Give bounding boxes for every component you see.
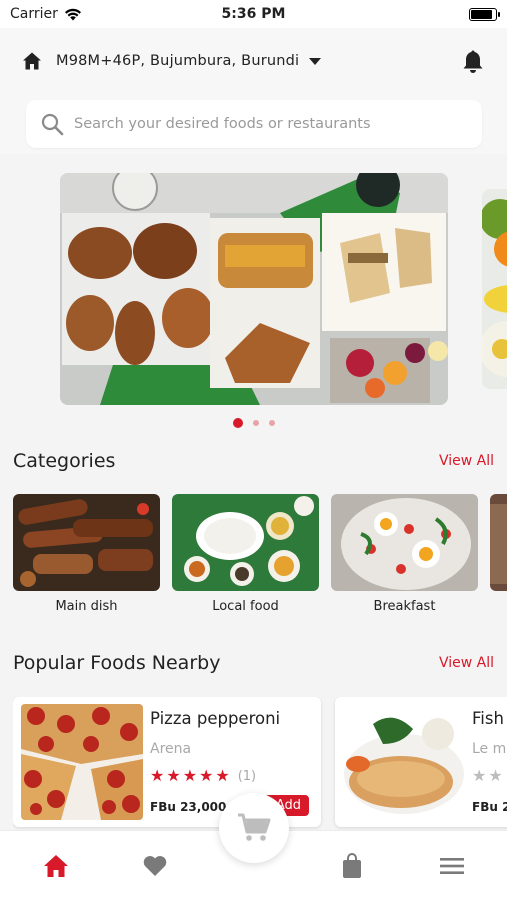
restaurant-name: Le m xyxy=(472,741,507,757)
food-name: Fish xyxy=(472,709,504,728)
wifi-icon xyxy=(64,8,81,20)
star-icon: ★ xyxy=(199,766,214,785)
rating: ★ ★ xyxy=(472,768,503,784)
banner-image-pastries[interactable] xyxy=(60,173,448,405)
rating-count: (1) xyxy=(237,768,257,784)
location-text: M98M+46P, Bujumbura, Burundi xyxy=(56,53,300,69)
popular-title: Popular Foods Nearby xyxy=(13,652,221,674)
carousel-dot[interactable] xyxy=(232,418,243,428)
star-icon: ★ xyxy=(182,766,198,785)
categories-header: Categories View All xyxy=(13,450,494,472)
nav-menu[interactable] xyxy=(437,851,467,881)
category-card-main-dish[interactable]: Main dish xyxy=(13,494,160,614)
nav-home[interactable] xyxy=(41,851,71,881)
cart-button[interactable] xyxy=(219,793,289,863)
category-image xyxy=(13,494,160,591)
categories-view-all-link[interactable]: View All xyxy=(439,453,494,469)
category-image xyxy=(331,494,478,591)
category-label: Local food xyxy=(212,599,279,614)
carousel-pagination xyxy=(0,418,507,428)
nav-favorites[interactable] xyxy=(140,851,170,881)
battery-icon xyxy=(469,7,500,21)
category-card-partial[interactable] xyxy=(490,494,507,591)
nav-orders[interactable] xyxy=(337,851,367,881)
search-icon xyxy=(41,113,64,136)
category-image xyxy=(490,494,507,591)
promo-carousel[interactable] xyxy=(0,154,507,434)
heart-icon xyxy=(143,856,167,876)
bell-icon[interactable] xyxy=(461,49,485,79)
home-location-icon xyxy=(23,52,41,70)
popular-header: Popular Foods Nearby View All xyxy=(13,652,494,674)
cart-icon xyxy=(238,813,271,841)
popular-view-all-link[interactable]: View All xyxy=(439,655,494,671)
status-bar: Carrier 5:36 PM xyxy=(0,0,507,28)
food-price: FBu 2 xyxy=(472,800,507,814)
categories-title: Categories xyxy=(13,450,116,472)
restaurant-name: Arena xyxy=(150,741,192,757)
rating: ★ ★ ★ ★ ★ (1) xyxy=(150,768,256,784)
category-card-breakfast[interactable]: Breakfast xyxy=(331,494,478,614)
food-image xyxy=(21,704,143,820)
search-input[interactable] xyxy=(74,116,464,132)
category-card-local-food[interactable]: Local food xyxy=(172,494,319,614)
location-selector[interactable]: M98M+46P, Bujumbura, Burundi xyxy=(22,46,485,76)
menu-icon xyxy=(440,858,464,874)
category-label: Main dish xyxy=(55,599,118,614)
banner-image-fruit[interactable] xyxy=(482,189,507,389)
chevron-down-icon xyxy=(309,57,322,65)
category-label: Breakfast xyxy=(373,599,436,614)
star-icon: ★ xyxy=(472,766,487,785)
star-icon: ★ xyxy=(166,766,181,785)
food-image xyxy=(343,704,465,820)
carousel-dot[interactable] xyxy=(252,420,259,426)
food-card[interactable]: Fish Le m ★ ★ FBu 2 xyxy=(335,697,507,827)
star-icon: ★ xyxy=(150,766,165,785)
home-icon xyxy=(44,855,68,877)
search-bar[interactable] xyxy=(26,100,482,148)
food-name: Pizza pepperoni xyxy=(150,709,281,728)
bag-icon xyxy=(343,853,361,878)
category-image xyxy=(172,494,319,591)
carousel-dot[interactable] xyxy=(268,420,275,426)
carrier-label: Carrier xyxy=(10,6,58,22)
food-price: FBu 23,000 xyxy=(150,800,227,814)
star-icon: ★ xyxy=(488,766,503,785)
categories-list: Main dish Local food Breakfast xyxy=(13,494,507,624)
star-icon: ★ xyxy=(215,766,230,785)
header: M98M+46P, Bujumbura, Burundi xyxy=(0,28,507,154)
